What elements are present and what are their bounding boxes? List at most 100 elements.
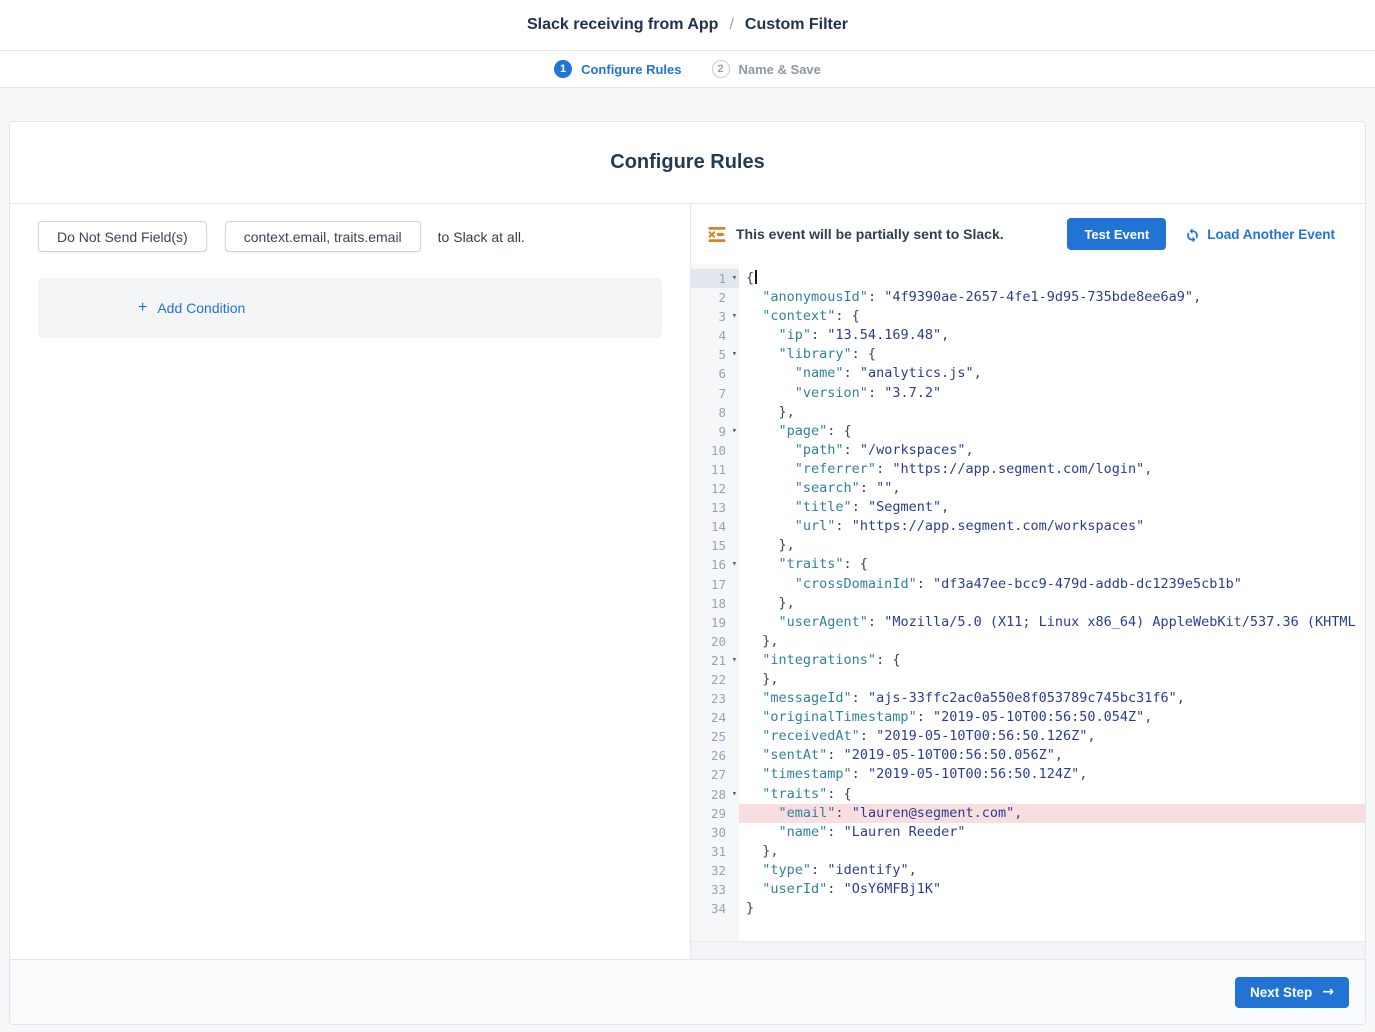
line-number[interactable]: 20 xyxy=(691,632,739,651)
line-number[interactable]: 30 xyxy=(691,823,739,842)
code-line-20[interactable]: 20 }, xyxy=(691,632,1365,651)
code-line-8[interactable]: 8 }, xyxy=(691,403,1365,422)
fold-toggle-icon[interactable]: ▾ xyxy=(732,651,737,670)
step-2-circle: 2 xyxy=(712,60,730,78)
line-number[interactable]: 8 xyxy=(691,403,739,422)
code-line-10[interactable]: 10 "path": "/workspaces", xyxy=(691,441,1365,460)
code-line-2[interactable]: 2 "anonymousId": "4f9390ae-2657-4fe1-9d9… xyxy=(691,288,1365,307)
line-number[interactable]: 15 xyxy=(691,536,739,555)
fold-toggle-icon[interactable]: ▾ xyxy=(732,345,737,364)
step-name-save[interactable]: 2 Name & Save xyxy=(712,60,821,78)
line-number[interactable]: 13 xyxy=(691,498,739,517)
code-text: "anonymousId": "4f9390ae-2657-4fe1-9d95-… xyxy=(739,288,1365,307)
editor-horizontal-scrollbar[interactable] xyxy=(691,941,1365,959)
line-number[interactable]: 11 xyxy=(691,460,739,479)
event-actions: Test Event Load Another Event xyxy=(1067,218,1335,250)
line-number[interactable]: 27 xyxy=(691,765,739,784)
line-number[interactable]: 31 xyxy=(691,842,739,861)
code-text: "sentAt": "2019-05-10T00:56:50.056Z", xyxy=(739,746,1365,765)
code-line-18[interactable]: 18 }, xyxy=(691,594,1365,613)
step-configure-rules[interactable]: 1 Configure Rules xyxy=(554,60,681,78)
line-number[interactable]: 3▾ xyxy=(691,307,739,326)
line-number[interactable]: 26 xyxy=(691,746,739,765)
line-number[interactable]: 10 xyxy=(691,441,739,460)
fields-list-button[interactable]: context.email, traits.email xyxy=(225,221,421,252)
code-line-23[interactable]: 23 "messageId": "ajs-33ffc2ac0a550e8f053… xyxy=(691,689,1365,708)
line-number[interactable]: 32 xyxy=(691,861,739,880)
code-line-34[interactable]: 34} xyxy=(691,899,1365,918)
code-line-32[interactable]: 32 "type": "identify", xyxy=(691,861,1365,880)
line-number[interactable]: 18 xyxy=(691,594,739,613)
line-number[interactable]: 17 xyxy=(691,575,739,594)
code-line-24[interactable]: 24 "originalTimestamp": "2019-05-10T00:5… xyxy=(691,708,1365,727)
line-number[interactable]: 5▾ xyxy=(691,345,739,364)
line-number[interactable]: 2 xyxy=(691,288,739,307)
code-line-6[interactable]: 6 "name": "analytics.js", xyxy=(691,364,1365,383)
code-line-5[interactable]: 5▾ "library": { xyxy=(691,345,1365,364)
code-line-1[interactable]: 1▾{ xyxy=(691,269,1365,288)
code-line-25[interactable]: 25 "receivedAt": "2019-05-10T00:56:50.12… xyxy=(691,727,1365,746)
line-number[interactable]: 28▾ xyxy=(691,785,739,804)
fold-toggle-icon[interactable]: ▾ xyxy=(732,422,737,441)
code-line-29-highlighted[interactable]: 29 "email": "lauren@segment.com", xyxy=(691,804,1365,823)
filter-rule-row: Do Not Send Field(s) context.email, trai… xyxy=(38,221,662,252)
code-text: "referrer": "https://app.segment.com/log… xyxy=(739,460,1365,479)
code-line-9[interactable]: 9▾ "page": { xyxy=(691,422,1365,441)
code-line-30[interactable]: 30 "name": "Lauren Reeder" xyxy=(691,823,1365,842)
code-line-27[interactable]: 27 "timestamp": "2019-05-10T00:56:50.124… xyxy=(691,765,1365,784)
code-line-33[interactable]: 33 "userId": "OsY6MFBj1K" xyxy=(691,880,1365,899)
code-line-17[interactable]: 17 "crossDomainId": "df3a47ee-bcc9-479d-… xyxy=(691,575,1365,594)
add-condition-button[interactable]: + Add Condition xyxy=(138,300,245,316)
code-line-3[interactable]: 3▾ "context": { xyxy=(691,307,1365,326)
breadcrumb-primary[interactable]: Slack receiving from App xyxy=(527,16,718,34)
code-line-19[interactable]: 19 "userAgent": "Mozilla/5.0 (X11; Linux… xyxy=(691,613,1365,632)
test-event-button[interactable]: Test Event xyxy=(1067,218,1166,250)
line-number[interactable]: 4 xyxy=(691,326,739,345)
code-text: } xyxy=(739,899,1365,918)
fold-toggle-icon[interactable]: ▾ xyxy=(732,555,737,574)
code-line-12[interactable]: 12 "search": "", xyxy=(691,479,1365,498)
add-condition-box: + Add Condition xyxy=(38,278,662,338)
line-number[interactable]: 33 xyxy=(691,880,739,899)
step-2-label: Name & Save xyxy=(739,62,821,77)
line-number[interactable]: 29 xyxy=(691,804,739,823)
code-line-16[interactable]: 16▾ "traits": { xyxy=(691,555,1365,574)
line-number[interactable]: 14 xyxy=(691,517,739,536)
line-number[interactable]: 21▾ xyxy=(691,651,739,670)
line-number[interactable]: 34 xyxy=(691,899,739,918)
line-number[interactable]: 22 xyxy=(691,670,739,689)
fold-toggle-icon[interactable]: ▾ xyxy=(732,785,737,804)
page-content: Configure Rules Do Not Send Field(s) con… xyxy=(0,88,1375,1025)
line-number[interactable]: 12 xyxy=(691,479,739,498)
load-another-event-button[interactable]: Load Another Event xyxy=(1185,227,1335,242)
line-number[interactable]: 25 xyxy=(691,727,739,746)
next-step-button[interactable]: Next Step → xyxy=(1235,977,1349,1008)
code-line-28[interactable]: 28▾ "traits": { xyxy=(691,785,1365,804)
code-line-22[interactable]: 22 }, xyxy=(691,670,1365,689)
code-line-15[interactable]: 15 }, xyxy=(691,536,1365,555)
card-title: Configure Rules xyxy=(10,122,1365,204)
line-number[interactable]: 23 xyxy=(691,689,739,708)
json-editor[interactable]: 1▾{2 "anonymousId": "4f9390ae-2657-4fe1-… xyxy=(691,264,1365,941)
code-text: "path": "/workspaces", xyxy=(739,441,1365,460)
fold-toggle-icon[interactable]: ▾ xyxy=(732,307,737,326)
code-line-26[interactable]: 26 "sentAt": "2019-05-10T00:56:50.056Z", xyxy=(691,746,1365,765)
code-line-11[interactable]: 11 "referrer": "https://app.segment.com/… xyxy=(691,460,1365,479)
line-number[interactable]: 16▾ xyxy=(691,555,739,574)
line-number[interactable]: 24 xyxy=(691,708,739,727)
line-number[interactable]: 6 xyxy=(691,364,739,383)
code-line-13[interactable]: 13 "title": "Segment", xyxy=(691,498,1365,517)
code-line-21[interactable]: 21▾ "integrations": { xyxy=(691,651,1365,670)
line-number[interactable]: 19 xyxy=(691,613,739,632)
line-number[interactable]: 1▾ xyxy=(691,269,739,288)
fold-toggle-icon[interactable]: ▾ xyxy=(732,269,737,288)
code-line-31[interactable]: 31 }, xyxy=(691,842,1365,861)
code-line-7[interactable]: 7 "version": "3.7.2" xyxy=(691,384,1365,403)
line-number[interactable]: 7 xyxy=(691,384,739,403)
line-number[interactable]: 9▾ xyxy=(691,422,739,441)
code-text: "ip": "13.54.169.48", xyxy=(739,326,1365,345)
code-line-14[interactable]: 14 "url": "https://app.segment.com/works… xyxy=(691,517,1365,536)
code-text: "type": "identify", xyxy=(739,861,1365,880)
do-not-send-fields-button[interactable]: Do Not Send Field(s) xyxy=(38,221,207,252)
code-line-4[interactable]: 4 "ip": "13.54.169.48", xyxy=(691,326,1365,345)
